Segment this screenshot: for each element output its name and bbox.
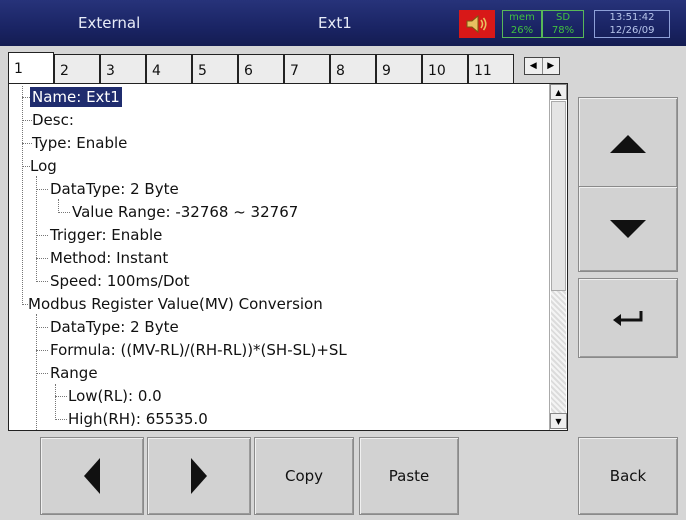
tree-guide-line — [36, 176, 37, 282]
mem-value: 26% — [510, 25, 534, 36]
up-button[interactable] — [578, 97, 678, 191]
speaker-icon[interactable] — [459, 10, 495, 38]
channel-title: Ext1 — [318, 14, 352, 32]
paste-button[interactable]: Paste — [359, 437, 459, 515]
sd-value: 78% — [551, 25, 575, 36]
tab-5[interactable]: 5 — [192, 54, 238, 84]
enter-arrow-icon — [613, 311, 643, 326]
title-bar: External Ext1 mem 26% SD 78% 13:51:42 12… — [0, 0, 686, 46]
tree-guide-line — [22, 86, 23, 305]
tab-4[interactable]: 4 — [146, 54, 192, 84]
previous-button[interactable] — [40, 437, 144, 515]
scroll-thumb[interactable] — [551, 101, 566, 291]
sd-status: SD 78% — [542, 10, 584, 38]
clock: 13:51:42 12/26/09 — [594, 10, 670, 38]
copy-button[interactable]: Copy — [254, 437, 354, 515]
clock-time: 13:51:42 — [609, 12, 655, 23]
tab-scroller: ◀ ▶ — [524, 57, 560, 75]
section-title: External — [78, 14, 141, 32]
settings-tree: Name: Ext1 Desc: Type: Enable Log DataTy… — [8, 83, 568, 431]
tab-7[interactable]: 7 — [284, 54, 330, 84]
down-button[interactable] — [578, 186, 678, 272]
scroll-track[interactable] — [551, 291, 566, 413]
tab-3[interactable]: 3 — [100, 54, 146, 84]
sd-label: SD — [555, 12, 571, 23]
memory-status: mem 26% — [502, 10, 542, 38]
mem-label: mem — [509, 12, 535, 23]
scroll-down-icon[interactable]: ▼ — [550, 413, 567, 429]
scroll-up-icon[interactable]: ▲ — [550, 84, 567, 100]
tab-2[interactable]: 2 — [54, 54, 100, 84]
tab-1[interactable]: 1 — [8, 52, 54, 86]
tab-scroll-left-icon[interactable]: ◀ — [525, 58, 543, 74]
tab-9[interactable]: 9 — [376, 54, 422, 84]
tab-scroll-right-icon[interactable]: ▶ — [543, 58, 560, 74]
back-button[interactable]: Back — [578, 437, 678, 515]
tree-guide-line — [58, 199, 59, 213]
clock-date: 12/26/09 — [609, 25, 655, 36]
triangle-left-icon — [84, 458, 100, 494]
triangle-right-icon — [191, 458, 207, 494]
tab-10[interactable]: 10 — [422, 54, 468, 84]
triangle-up-icon — [610, 135, 646, 153]
enter-button[interactable] — [578, 278, 678, 358]
channel-tabs: 1 2 3 4 5 6 7 8 9 10 11 ◀ ▶ — [8, 52, 560, 86]
tree-guide-line — [55, 384, 56, 420]
tab-8[interactable]: 8 — [330, 54, 376, 84]
tree-scrollbar[interactable]: ▲ ▼ — [549, 84, 567, 430]
tab-11[interactable]: 11 — [468, 54, 514, 84]
triangle-down-icon — [610, 220, 646, 238]
tab-6[interactable]: 6 — [238, 54, 284, 84]
next-button[interactable] — [147, 437, 251, 515]
